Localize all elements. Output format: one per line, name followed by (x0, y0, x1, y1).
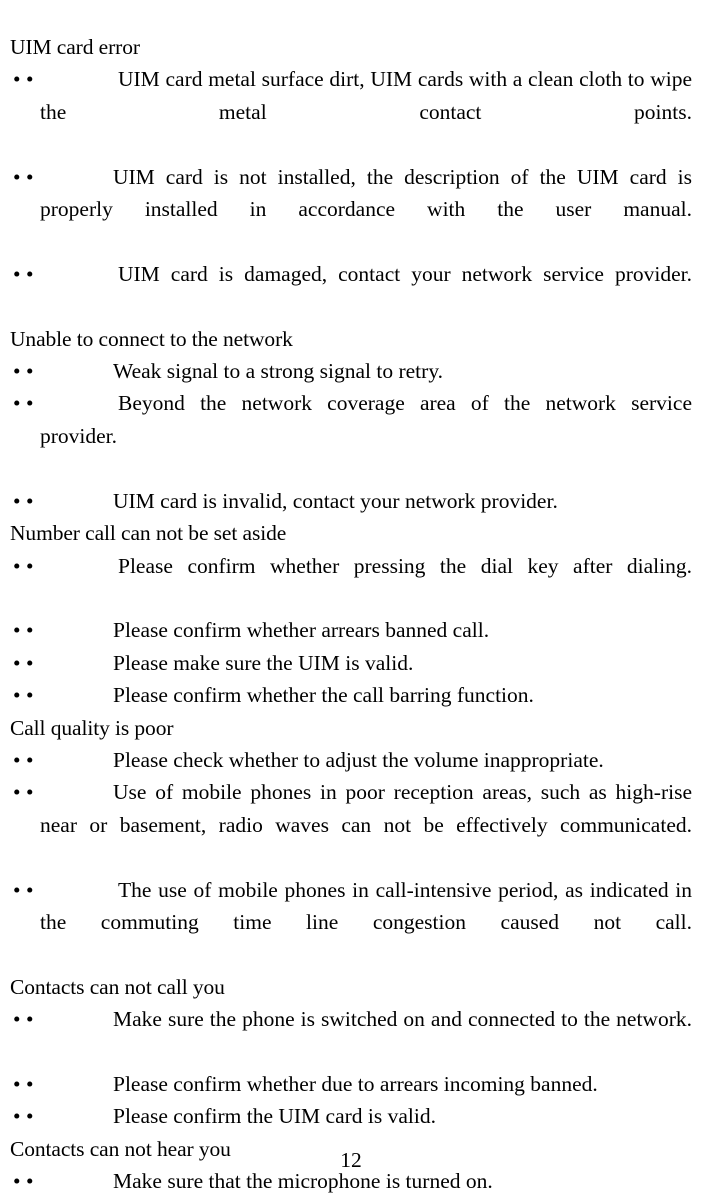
bullet-markers: • • (13, 1003, 43, 1035)
list-item: • • Please confirm whether pressing the d… (10, 550, 692, 615)
bullet-icon: • (26, 780, 34, 805)
bullet-icon: • (26, 67, 34, 92)
bullet-icon: • (13, 164, 21, 189)
bullet-icon: • (26, 261, 34, 286)
list-item: • • Please confirm whether due to arrears… (10, 1068, 692, 1100)
bullet-icon: • (26, 391, 34, 416)
list-item: • • Beyond the network coverage area of t… (10, 387, 692, 484)
bullet-icon: • (13, 1072, 21, 1096)
bullet-icon: • (13, 683, 21, 708)
bullet-icon: • (26, 1104, 34, 1129)
bullet-markers: • • (13, 776, 43, 808)
list-item-text: Make sure the phone is switched on and c… (113, 1007, 692, 1032)
list-item: • • Please make sure the UIM is valid. (10, 647, 692, 679)
bullet-icon: • (26, 683, 34, 708)
bullet-icon: • (13, 1007, 21, 1032)
bullet-icon: • (26, 164, 34, 189)
list-item: • • Please confirm whether arrears banned… (10, 614, 692, 646)
list-item: • • Make sure the phone is switched on an… (10, 1003, 692, 1068)
bullet-icon: • (13, 747, 21, 772)
list-item-text: Please make sure the UIM is valid. (113, 650, 414, 675)
list-item-text: Beyond the network coverage area of the … (40, 391, 692, 448)
list-item: • • Use of mobile phones in poor receptio… (10, 776, 692, 873)
list-item: • • Please check whether to adjust the vo… (10, 744, 692, 776)
bullet-markers: • • (13, 1068, 43, 1100)
list-item: • • The use of mobile phones in call-inte… (10, 874, 692, 971)
bullet-icon: • (13, 488, 21, 513)
bullet-markers: • • (13, 1100, 43, 1132)
bullet-icon: • (26, 650, 34, 675)
page-content: UIM card error • • UIM card metal surface… (10, 31, 692, 1198)
bullet-markers: • • (13, 485, 43, 517)
bullet-icon: • (13, 261, 21, 286)
list-item-text: Please confirm whether arrears banned ca… (113, 618, 490, 643)
list-item-text: Please confirm the UIM card is valid. (113, 1104, 437, 1129)
section-heading: Number call can not be set aside (10, 521, 287, 546)
bullet-icon: • (13, 359, 21, 384)
bullet-icon: • (13, 877, 21, 902)
bullet-markers: • • (13, 679, 43, 711)
list-item: • • Weak signal to a strong signal to ret… (10, 355, 692, 387)
list-item-text: Weak signal to a strong signal to retry. (113, 359, 444, 384)
list-item-text: Use of mobile phones in poor reception a… (40, 780, 692, 837)
bullet-icon: • (26, 618, 34, 643)
section-heading: Unable to connect to the network (10, 326, 293, 351)
list-item: • • Please confirm whether the call barri… (10, 679, 692, 711)
bullet-icon: • (26, 747, 34, 772)
bullet-icon: • (26, 877, 34, 902)
list-item: • • UIM card is damaged, contact your net… (10, 258, 692, 323)
bullet-icon: • (13, 67, 21, 92)
section-heading: Contacts can not call you (10, 974, 225, 999)
list-item: • • UIM card is invalid, contact your net… (10, 485, 692, 517)
bullet-icon: • (13, 780, 21, 805)
bullet-markers: • • (13, 161, 43, 193)
list-item-text: Please confirm whether due to arrears in… (113, 1072, 598, 1096)
manual-page: UIM card error • • UIM card metal surface… (0, 0, 702, 1193)
bullet-markers: • • (13, 387, 43, 419)
bullet-icon: • (13, 1104, 21, 1129)
bullet-icon: • (26, 488, 34, 513)
list-item-text: Please confirm whether the call barring … (113, 683, 534, 708)
bullet-markers: • • (13, 744, 43, 776)
bullet-icon: • (13, 618, 21, 643)
bullet-icon: • (26, 359, 34, 384)
bullet-icon: • (13, 391, 21, 416)
bullet-markers: • • (13, 258, 43, 290)
bullet-icon: • (26, 1072, 34, 1096)
bullet-markers: • • (13, 874, 43, 906)
bullet-markers: • • (13, 63, 43, 95)
list-item: • • Please confirm the UIM card is valid. (10, 1100, 692, 1132)
bullet-icon: • (13, 553, 21, 578)
bullet-icon: • (26, 553, 34, 578)
list-item-text: UIM card metal surface dirt, UIM cards w… (40, 67, 692, 124)
page-number: 12 (340, 1148, 362, 1172)
bullet-icon: • (13, 650, 21, 675)
section-heading: UIM card error (10, 35, 140, 59)
list-item-text: UIM card is invalid, contact your networ… (113, 488, 558, 513)
list-item-text: Please check whether to adjust the volum… (113, 747, 604, 772)
bullet-markers: • • (13, 614, 43, 646)
list-item: • • UIM card metal surface dirt, UIM card… (10, 63, 692, 160)
bullet-markers: • • (13, 355, 43, 387)
bullet-markers: • • (13, 550, 43, 582)
bullet-markers: • • (13, 647, 43, 679)
list-item: • • UIM card is not installed, the descri… (10, 161, 692, 258)
list-item-text: The use of mobile phones in call-intensi… (40, 877, 692, 934)
section-heading: Call quality is poor (10, 715, 174, 740)
bullet-icon: • (26, 1007, 34, 1032)
list-item-text: UIM card is not installed, the descripti… (40, 164, 692, 222)
list-item-text: Please confirm whether pressing the dial… (118, 553, 692, 578)
list-item-text: UIM card is damaged, contact your networ… (118, 261, 692, 286)
